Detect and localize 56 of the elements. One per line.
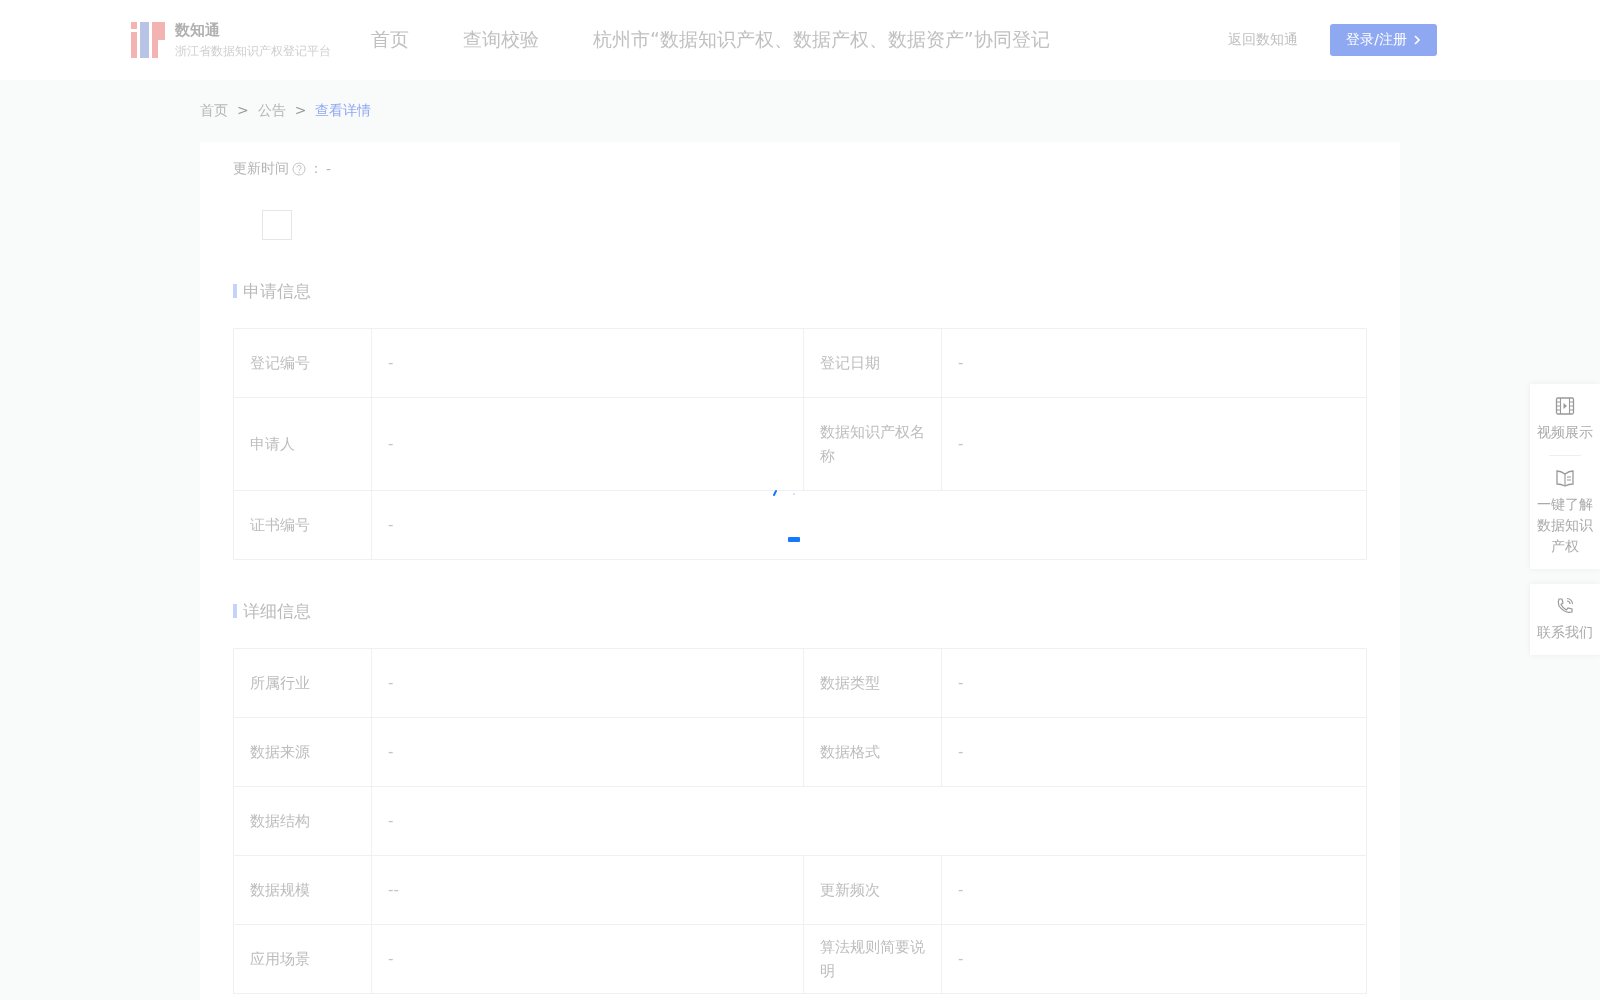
image-placeholder: [262, 210, 292, 240]
section-title: 申请信息: [233, 284, 1367, 298]
breadcrumb-link[interactable]: 公告: [257, 102, 286, 120]
film-icon: [1555, 396, 1575, 416]
field-label: 算法规则简要说明: [804, 925, 942, 993]
field-label: 数据结构: [234, 787, 372, 855]
update-time-value: -: [326, 161, 332, 177]
nav-link[interactable]: 杭州市“数据知识产权、数据产权、数据资产”协同登记: [593, 27, 1050, 53]
field-label: 应用场景: [234, 925, 372, 993]
field-value: -: [388, 742, 394, 763]
phone-icon: [1555, 596, 1575, 616]
field-label: 数据规模: [234, 856, 372, 924]
field-label: 登记编号: [234, 329, 372, 397]
breadcrumb-separator: >: [294, 102, 307, 120]
book-icon: [1555, 468, 1575, 488]
field-value: -: [388, 353, 394, 374]
field-label: 数据来源: [234, 718, 372, 786]
field-label: 证书编号: [234, 491, 372, 559]
logo-icon: [131, 22, 165, 58]
field-value: --: [388, 880, 399, 901]
update-time-colon: ：: [309, 160, 323, 178]
field-value: -: [958, 880, 964, 901]
field-value: -: [958, 949, 964, 970]
field-label: 申请人: [234, 398, 372, 490]
field-value: -: [388, 673, 394, 694]
field-value: -: [958, 353, 964, 374]
help-icon[interactable]: [292, 162, 306, 176]
field-value: -: [388, 949, 394, 970]
nav-link[interactable]: 首页: [371, 27, 409, 53]
field-value: -: [388, 811, 394, 832]
field-label: 数据格式: [804, 718, 942, 786]
field-value: -: [388, 434, 394, 455]
field-value: -: [958, 742, 964, 763]
brand-name: 数知通: [175, 20, 221, 40]
field-value: -: [958, 673, 964, 694]
login-button[interactable]: 登录/注册: [1330, 24, 1437, 56]
breadcrumb-separator: >: [237, 102, 249, 120]
breadcrumb-link[interactable]: 查看详情: [315, 102, 372, 120]
section-title: 详细信息: [233, 604, 1367, 618]
field-value: -: [958, 434, 964, 455]
field-label: 更新频次: [804, 856, 942, 924]
float-label: 视频展示: [1537, 423, 1593, 442]
float-link[interactable]: 视频展示: [1530, 392, 1600, 447]
float-link[interactable]: 一键了解数据知识产权: [1530, 464, 1600, 561]
field-label: 数据类型: [804, 649, 942, 717]
breadcrumb-link[interactable]: 首页: [200, 102, 228, 120]
nav-link[interactable]: 查询校验: [463, 27, 539, 53]
float-label: 一键了解数据知识产权: [1536, 495, 1594, 556]
field-value: -: [388, 515, 394, 536]
float-label: 联系我们: [1537, 623, 1593, 642]
chevron-right-icon: [1413, 35, 1421, 45]
field-label: 登记日期: [804, 329, 942, 397]
field-label: 所属行业: [234, 649, 372, 717]
float-link[interactable]: 联系我们: [1530, 592, 1600, 647]
field-label: 数据知识产权名称: [804, 398, 942, 490]
update-time-label: 更新时间: [233, 160, 289, 178]
